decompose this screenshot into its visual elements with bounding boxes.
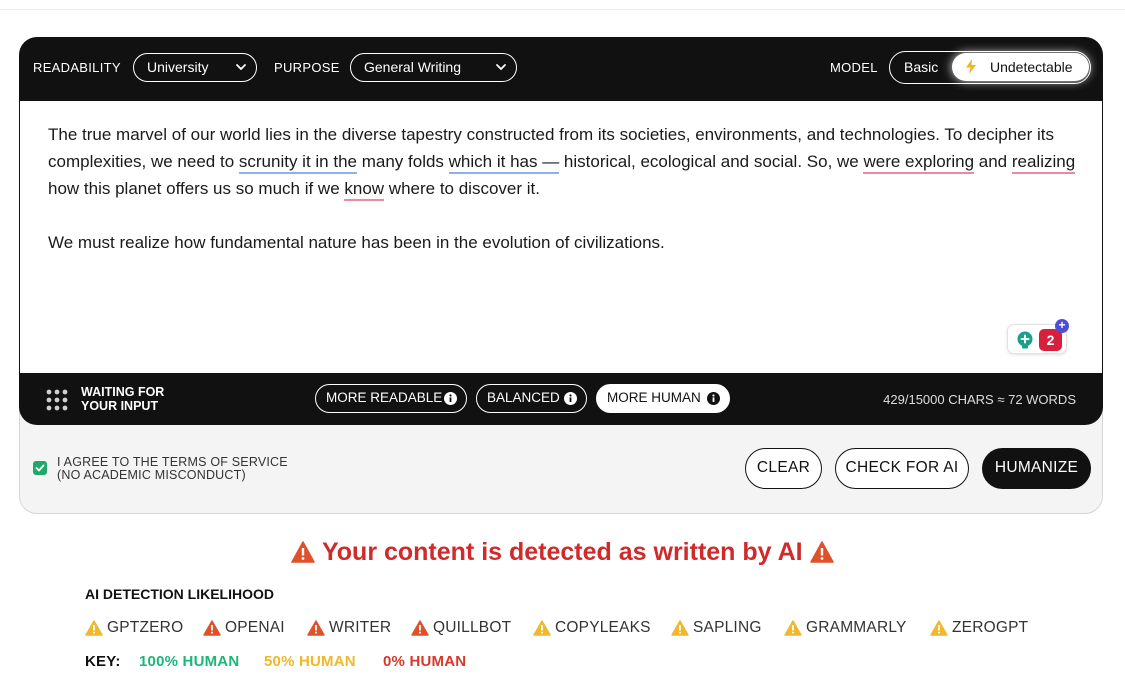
terms-label: I AGREE TO THE TERMS OF SERVICE (NO ACAD… (57, 455, 288, 482)
readability-value: University (147, 59, 209, 75)
info-icon[interactable] (444, 392, 457, 405)
detector-name: GRAMMARLY (806, 619, 907, 636)
detector-name: GPTZERO (107, 619, 184, 636)
warning-icon (411, 620, 429, 636)
readability-select[interactable]: University (133, 53, 257, 82)
chevron-down-icon (236, 64, 246, 71)
checkmark-icon (35, 464, 45, 472)
detector-name: COPYLEAKS (555, 619, 651, 636)
editor-status-bar: WAITING FOR YOUR INPUT MORE READABLE BAL… (19, 374, 1103, 425)
warning-icon (85, 620, 103, 636)
mode-more-readable[interactable]: MORE READABLE (315, 384, 467, 413)
input-paragraph-1: The true marvel of our world lies in the… (48, 121, 1078, 202)
terms-checkbox[interactable] (33, 461, 47, 475)
grammar-assistant-widget[interactable]: 2 + (1007, 319, 1069, 354)
warning-icon (809, 541, 834, 563)
model-undetectable-option[interactable]: Undetectable (952, 53, 1089, 81)
top-divider (0, 9, 1125, 10)
detection-likelihood-title: AI DETECTION LIKELIHOOD (85, 586, 274, 602)
readability-label: READABILITY (33, 60, 121, 75)
input-textarea[interactable]: The true marvel of our world lies in the… (20, 101, 1102, 373)
lightning-icon (966, 59, 976, 74)
detector-name: WRITER (329, 619, 392, 636)
input-paragraph-2: We must realize how fundamental nature h… (48, 233, 665, 252)
key-100-human: 100% HUMAN (139, 653, 240, 670)
model-undetectable-label: Undetectable (990, 59, 1073, 75)
mode-balanced[interactable]: BALANCED (476, 384, 587, 413)
status-text: WAITING FOR YOUR INPUT (81, 385, 165, 413)
purpose-value: General Writing (364, 59, 462, 75)
detector-name: ZEROGPT (952, 619, 1029, 636)
editor-panel: READABILITY University PURPOSE General W… (19, 37, 1103, 425)
humanize-button[interactable]: HUMANIZE (982, 448, 1091, 489)
model-toggle: Basic Undetectable (889, 51, 1091, 84)
warning-icon (203, 620, 221, 636)
suggestion-highlight[interactable]: scrunity it in the (238, 152, 357, 174)
warning-icon (930, 620, 948, 636)
warning-icon (307, 620, 325, 636)
detector-name: OPENAI (225, 619, 285, 636)
key-label: KEY: (85, 653, 121, 670)
editor-toolbar: READABILITY University PURPOSE General W… (19, 37, 1103, 101)
warning-icon (291, 541, 316, 563)
detector-name: SAPLING (693, 619, 762, 636)
model-basic-option[interactable]: Basic (904, 59, 938, 75)
grammar-highlight[interactable]: were exploring (863, 152, 975, 174)
purpose-label: PURPOSE (274, 60, 340, 75)
loading-dots-icon (46, 389, 68, 411)
key-50-human: 50% HUMAN (264, 653, 356, 670)
suggestion-highlight[interactable]: which it has — (448, 152, 560, 174)
model-label: MODEL (830, 60, 878, 75)
chevron-down-icon (496, 64, 506, 71)
plus-icon: + (1055, 319, 1069, 333)
purpose-select[interactable]: General Writing (350, 53, 517, 82)
character-counter: 429/15000 CHARS ≈ 72 WORDS (883, 392, 1076, 407)
info-icon[interactable] (564, 392, 577, 405)
info-icon[interactable] (707, 392, 720, 405)
warning-icon (671, 620, 689, 636)
detector-name: QUILLBOT (433, 619, 512, 636)
grammar-highlight[interactable]: realizing (1011, 152, 1076, 174)
key-0-human: 0% HUMAN (383, 653, 467, 670)
mode-more-human[interactable]: MORE HUMAN (596, 384, 730, 413)
lightbulb-icon (1017, 331, 1033, 349)
warning-icon (533, 620, 551, 636)
grammar-highlight[interactable]: know (344, 179, 385, 201)
alert-text: Your content is detected as written by A… (321, 538, 803, 566)
clear-button[interactable]: CLEAR (745, 448, 822, 489)
ai-detected-alert: Your content is detected as written by A… (0, 538, 1125, 567)
warning-icon (784, 620, 802, 636)
check-for-ai-button[interactable]: CHECK FOR AI (835, 448, 969, 489)
